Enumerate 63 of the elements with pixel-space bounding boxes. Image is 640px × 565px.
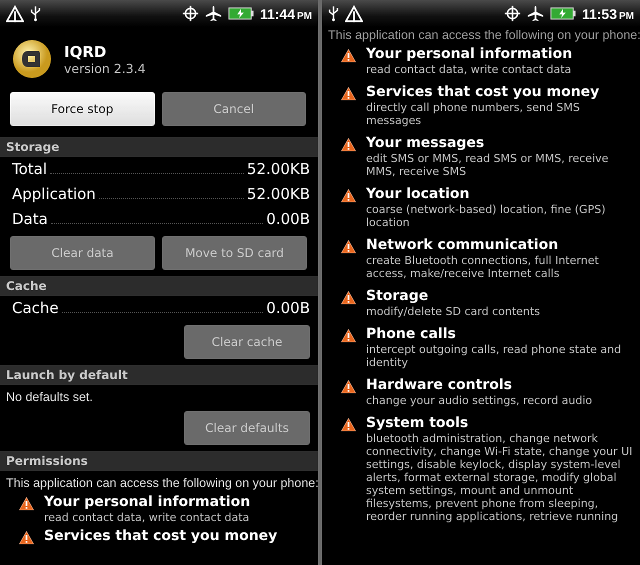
permission-title: Your location [366,186,470,203]
warning-icon [340,328,357,343]
row-label: Total [12,159,48,180]
permission-description: directly call phone numbers, send SMS messages [366,101,581,127]
permission-title: System tools [366,415,470,432]
permission-title: Your messages [366,135,486,152]
alert-triangle-icon [345,4,363,22]
warning-icon [18,530,35,545]
clock-time: 11:53 PM [582,6,634,22]
permission-description: create Bluetooth connections, full Internet access, make/receive Internet calls [366,254,600,280]
row-value: 0.00B [266,209,310,230]
row-label: Data [12,209,48,230]
permission-description: edit SMS or MMS, read SMS or MMS, receive MMS, receive SMS [366,152,610,178]
crosshair-icon [504,5,521,22]
permission-title: Services that cost you money [366,84,600,101]
section-header: Launch by default [0,365,318,385]
battery-icon [228,7,254,20]
permission-title: Network communication [366,237,560,254]
app-version: version 2.3.4 [64,60,146,76]
info-text: No defaults set. [5,389,94,406]
warning-icon [340,86,357,101]
warning-icon [340,379,357,394]
permission-title: Your personal information [44,494,250,511]
permission-title: Hardware controls [366,377,513,394]
app-name: IQRD [64,42,108,60]
section-header: Permissions [0,451,318,471]
warning-icon [340,239,357,254]
permission-description: coarse (network-based) location, fine (GPS) location [366,203,606,229]
row-label: Application [12,184,96,205]
permission-description: modify/delete SD card contents [366,305,540,318]
permission-description: read contact data, write contact data [44,511,250,524]
info-text: This application can access the following on your phone: [327,27,640,44]
airplane-icon [204,5,222,22]
permission-description: read contact data, write contact data [366,63,572,76]
usb-icon [30,5,41,22]
permission-title: Services that cost you money [44,528,278,545]
row-value: 0.00B [266,298,310,319]
row-value: 52.00KB [246,184,310,205]
usb-icon [328,5,339,22]
warning-icon [340,290,357,305]
section-header: Cache [0,276,318,296]
airplane-icon [526,5,544,22]
permission-title: Phone calls [366,326,457,343]
permission-description: intercept outgoing calls, read phone state and identity [366,343,622,369]
battery-icon [550,7,576,20]
permission-description: bluetooth administration, change network connectivity, change Wi-Fi state, change your UI settings, disable keylock, display system-level alerts, format external storage, modify global system settings, mount and unmount filesystems, prevent phone from sleeping, reorder running applications, retrieve running [366,432,634,523]
section-header: Storage [0,137,318,157]
crosshair-icon [182,5,199,22]
row-value: 52.00KB [246,159,310,180]
alert-triangle-icon [6,4,24,22]
warning-icon [18,496,35,511]
clock-time: 11:44 PM [260,6,312,22]
permission-title: Storage [366,288,430,305]
button[interactable]: Force stop [10,92,154,126]
seal-icon [12,39,52,79]
warning-icon [340,188,357,203]
permission-title: Your personal information [366,46,572,63]
warning-icon [340,417,357,432]
permission-description: change your audio settings, record audio [366,394,592,407]
info-text: This application can access the following on your phone: [5,475,318,492]
warning-icon [340,48,357,63]
row-label: Cache [12,298,59,319]
warning-icon [340,137,357,152]
